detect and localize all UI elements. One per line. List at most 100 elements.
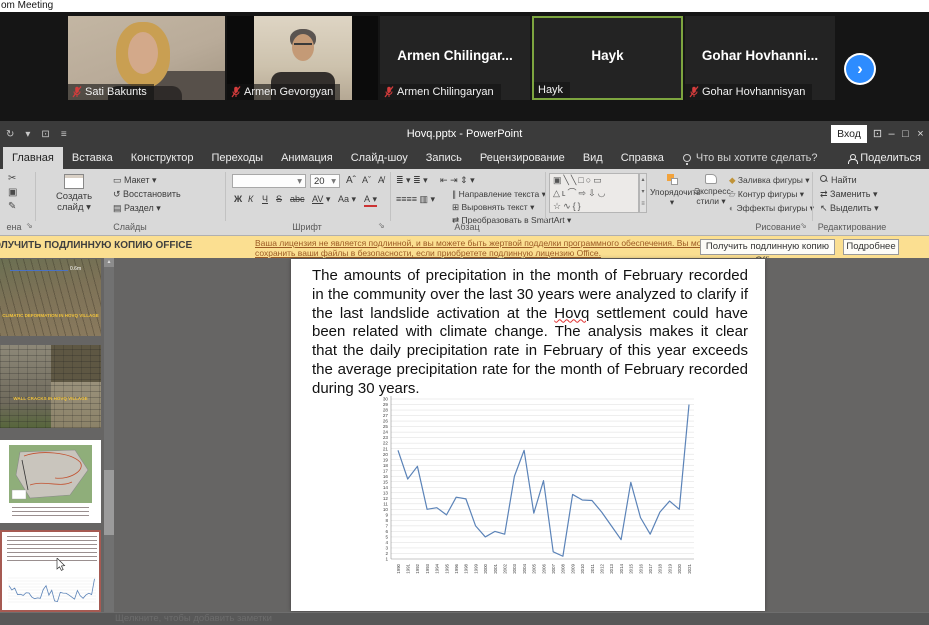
text-shadow-button[interactable]: abc xyxy=(290,194,305,204)
learn-more-button[interactable]: Подробнее xyxy=(843,239,899,255)
slide-thumbnail-1[interactable]: 0.6m CLIMATIC DEFORMATION IN HOVQ VILLAG… xyxy=(0,259,101,336)
font-dialog-launcher-icon[interactable]: ⇘ xyxy=(378,221,385,230)
group-label-slides: Слайды xyxy=(113,222,147,232)
participant-tile-sati[interactable]: Sati Bakunts xyxy=(68,16,225,100)
tab-design[interactable]: Конструктор xyxy=(122,147,203,169)
cut-icon[interactable]: ✂ xyxy=(8,173,16,184)
group-label-editing: Редактирование xyxy=(818,222,887,232)
quick-styles-icon xyxy=(705,174,717,184)
svg-text:2012: 2012 xyxy=(600,563,605,573)
share-button[interactable]: Поделиться xyxy=(848,147,921,169)
participant-name: Armen Gevorgyan xyxy=(244,84,333,100)
grow-font-icon[interactable]: Аˆ xyxy=(346,175,356,186)
find-button[interactable]: Найти xyxy=(820,175,857,185)
svg-text:2014: 2014 xyxy=(619,563,624,573)
svg-text:16: 16 xyxy=(383,474,389,479)
clear-formatting-icon[interactable]: A̸ xyxy=(378,175,384,185)
sign-in-button[interactable]: Вход xyxy=(831,125,867,143)
shapes-row: △ʟ⌒⇨⇩◡ xyxy=(553,188,608,198)
license-link-line2[interactable]: сохранить ваши файлы в безопасности, есл… xyxy=(255,248,601,258)
notes-pane[interactable]: Щелкните, чтобы добавить заметки xyxy=(0,612,929,625)
next-participants-button[interactable]: › xyxy=(846,55,874,83)
group-separator xyxy=(812,172,813,221)
svg-text:30: 30 xyxy=(383,397,389,402)
shrink-font-icon[interactable]: Аˇ xyxy=(362,175,371,185)
tell-me-box[interactable]: Что вы хотите сделать? xyxy=(683,147,818,169)
svg-text:2008: 2008 xyxy=(561,563,566,573)
underline-button[interactable]: Ч xyxy=(262,194,268,204)
measurement-line xyxy=(10,270,68,271)
participant-name: Gohar Hovhannisyan xyxy=(702,84,805,100)
shapes-gallery[interactable]: ▣╲╲□○▭ △ʟ⌒⇨⇩◡ ☆∿{} xyxy=(549,173,639,213)
tab-insert[interactable]: Вставка xyxy=(63,147,122,169)
svg-text:5: 5 xyxy=(385,535,388,540)
svg-text:6: 6 xyxy=(385,529,388,534)
tab-view[interactable]: Вид xyxy=(574,147,612,169)
svg-text:2: 2 xyxy=(385,551,388,556)
svg-text:26: 26 xyxy=(383,419,389,424)
layout-button[interactable]: ▭ Макет ▾ xyxy=(113,175,157,186)
participant-display-name: Gohar Hovhanni... xyxy=(685,48,835,63)
section-button[interactable]: ▤ Раздел ▾ xyxy=(113,203,161,214)
slide-thumbnail-3[interactable] xyxy=(0,440,101,523)
slide-thumbnail-2[interactable]: WALL CRACKS IN HOVQ VILLAGE xyxy=(0,345,101,428)
change-case-button[interactable]: Aa ▾ xyxy=(338,194,356,205)
bullets-icon[interactable]: ≣ ▾ ≣ ▾ xyxy=(396,175,428,186)
svg-text:17: 17 xyxy=(383,468,389,473)
participant-tile-hayk-active-speaker[interactable]: Hayk Hayk xyxy=(532,16,683,100)
bold-button[interactable]: Ж xyxy=(234,194,242,204)
copy-icon[interactable]: ▣ xyxy=(8,187,17,198)
shape-effects-button[interactable]: ◐ Эффекты фигуры ▾ xyxy=(729,203,814,214)
replace-button[interactable]: ⇄ Заменить ▾ xyxy=(820,189,878,200)
tab-slideshow[interactable]: Слайд-шоу xyxy=(342,147,417,169)
align-text-button[interactable]: ⊞ Выровнять текст ▾ xyxy=(452,202,534,213)
svg-text:18: 18 xyxy=(383,463,389,468)
restore-icon[interactable]: □ xyxy=(898,121,913,147)
participant-tile-gohar[interactable]: Gohar Hovhanni... Gohar Hovhannisyan xyxy=(685,16,835,100)
tab-review[interactable]: Рецензирование xyxy=(471,147,574,169)
svg-text:2015: 2015 xyxy=(629,563,634,573)
tab-transitions[interactable]: Переходы xyxy=(202,147,272,169)
svg-text:1991: 1991 xyxy=(406,563,411,573)
ribbon-display-options-icon[interactable]: ⊡ xyxy=(870,121,885,147)
text-direction-button[interactable]: ∥ Направление текста ▾ xyxy=(452,189,546,200)
svg-text:2002: 2002 xyxy=(503,563,508,573)
thumbnails-scrollbar[interactable] xyxy=(104,258,114,612)
indent-line-spacing-icons[interactable]: ⇤ ⇥ ⇕ ▾ xyxy=(440,175,475,186)
select-button[interactable]: ↖ Выделить ▾ xyxy=(820,203,879,214)
arrange-button[interactable]: Упорядочить ▾ xyxy=(650,174,694,208)
font-name-input[interactable]: ▾ xyxy=(232,174,306,188)
participant-tile-armen-gevorgyan[interactable]: Armen Gevorgyan xyxy=(227,16,378,100)
reset-button[interactable]: ↺ Восстановить xyxy=(113,189,181,200)
shape-fill-button[interactable]: ◆ Заливка фигуры ▾ xyxy=(729,175,809,186)
scrollbar-thumb[interactable] xyxy=(104,470,114,535)
new-slide-button[interactable]: Создать слайд ▾ xyxy=(45,174,103,213)
shapes-row: ▣╲╲□○▭ xyxy=(553,175,604,185)
slide-canvas[interactable]: The amounts of precipitation in the mont… xyxy=(291,259,765,611)
italic-button[interactable]: К xyxy=(248,194,253,204)
font-color-button[interactable]: А ▾ xyxy=(364,194,377,207)
shapes-gallery-scroll[interactable]: ▴▾≡ xyxy=(639,173,647,213)
shape-outline-button[interactable]: ▱ Контур фигуры ▾ xyxy=(729,189,804,200)
font-size-input[interactable]: 20▾ xyxy=(310,174,340,188)
new-slide-label: Создать xyxy=(56,191,92,202)
svg-text:2000: 2000 xyxy=(483,563,488,573)
slide-thumbnail-4-current[interactable] xyxy=(0,530,101,612)
tab-animations[interactable]: Анимация xyxy=(272,147,342,169)
close-icon[interactable]: × xyxy=(913,121,928,147)
strikethrough-button[interactable]: S xyxy=(276,194,282,204)
quick-styles-button[interactable]: Экспресс-стили ▾ xyxy=(694,174,728,207)
drawing-dialog-launcher-icon[interactable]: ⇘ xyxy=(800,221,807,230)
align-icons[interactable]: ≡≡≡≡ ▥ ▾ xyxy=(396,194,435,205)
svg-text:2004: 2004 xyxy=(522,563,527,573)
tab-record[interactable]: Запись xyxy=(417,147,471,169)
character-spacing-button[interactable]: AV ▾ xyxy=(312,194,330,205)
scrollbar-up-arrow-icon[interactable]: ▴ xyxy=(104,258,114,267)
tab-help[interactable]: Справка xyxy=(612,147,673,169)
minimize-icon[interactable]: – xyxy=(884,121,899,147)
format-painter-icon[interactable]: ✎ xyxy=(8,201,16,212)
get-genuine-office-button[interactable]: Получить подлинную копию Office xyxy=(700,239,835,255)
participant-tile-armen-chilingaryan[interactable]: Armen Chilingar... Armen Chilingaryan xyxy=(380,16,530,100)
tab-home[interactable]: Главная xyxy=(3,147,63,169)
clipboard-dialog-launcher-icon[interactable]: ⇘ xyxy=(26,221,33,230)
